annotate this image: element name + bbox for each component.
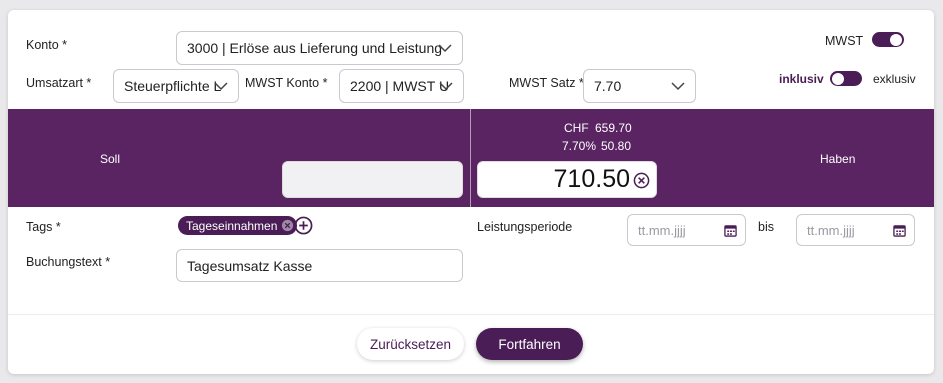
- calendar-icon[interactable]: [893, 224, 906, 237]
- buchungstext-value: Tagesumsatz Kasse: [187, 257, 313, 274]
- mwst-konto-value: 2200 | MWST U: [350, 78, 450, 94]
- leistungsperiode-label: Leistungsperiode: [477, 220, 573, 234]
- date-placeholder: tt.mm.jjjj: [807, 222, 855, 238]
- tags-label: Tags *: [26, 220, 61, 234]
- toggle-knob: [832, 72, 844, 85]
- clear-circle-icon[interactable]: [633, 172, 650, 189]
- haben-label: Haben: [820, 152, 856, 166]
- booking-form-card: Konto * 3000 | Erlöse aus Lieferung und …: [8, 10, 934, 374]
- chevron-down-icon: [671, 82, 685, 91]
- soll-label: Soll: [100, 152, 121, 166]
- add-tag-icon[interactable]: [294, 216, 313, 235]
- umsatzart-select[interactable]: Steuerpflichte L: [113, 69, 239, 103]
- chevron-down-icon: [439, 82, 453, 91]
- period-end-date-input[interactable]: tt.mm.jjjj: [796, 214, 915, 246]
- mwst-satz-select[interactable]: 7.70: [583, 69, 696, 103]
- mwst-satz-label: MWST Satz *: [509, 76, 584, 90]
- konto-select[interactable]: 3000 | Erlöse aus Lieferung und Leistung: [176, 31, 463, 65]
- mwst-toggle-label: MWST: [825, 34, 864, 48]
- umsatzart-value: Steuerpflichte L: [124, 78, 222, 94]
- mwst-konto-label: MWST Konto *: [245, 76, 328, 90]
- bis-label: bis: [758, 220, 774, 234]
- chevron-down-icon: [214, 82, 228, 91]
- date-placeholder: tt.mm.jjjj: [638, 222, 686, 238]
- reset-button[interactable]: Zurücksetzen: [357, 328, 464, 360]
- mwst-konto-select[interactable]: 2200 | MWST U: [339, 69, 464, 103]
- umsatzart-label: Umsatzart *: [26, 76, 92, 90]
- soll-amount-input[interactable]: [282, 161, 463, 198]
- buchungstext-label: Buchungstext *: [26, 255, 111, 269]
- mwst-satz-value: 7.70: [594, 78, 622, 94]
- tag-chip: Tageseinnahmen: [178, 216, 298, 235]
- mwst-toggle[interactable]: [872, 32, 904, 47]
- footer-divider: [8, 314, 934, 315]
- haben-amount-input[interactable]: 710.50: [477, 161, 657, 198]
- chevron-down-icon: [438, 44, 452, 53]
- buchungstext-input[interactable]: Tagesumsatz Kasse: [176, 249, 463, 282]
- remove-tag-icon[interactable]: [281, 219, 294, 232]
- chf-label: CHF: [564, 121, 589, 135]
- tag-label: Tageseinnahmen: [186, 218, 278, 233]
- amount-band: Soll CHF 659.70 7.70% 50.80 710.50 Haben: [8, 109, 934, 207]
- inklusiv-label: inklusiv: [779, 72, 824, 86]
- tax-value: 50.80: [601, 139, 632, 153]
- konto-label: Konto *: [26, 38, 68, 52]
- toggle-knob: [890, 33, 902, 46]
- inklusiv-exklusiv-toggle[interactable]: [830, 71, 862, 86]
- amount-value: 710.50: [553, 165, 630, 193]
- period-start-date-input[interactable]: tt.mm.jjjj: [627, 214, 746, 246]
- band-divider: [470, 109, 471, 207]
- exklusiv-label: exklusiv: [873, 72, 916, 86]
- continue-button[interactable]: Fortfahren: [476, 328, 583, 360]
- chf-net-value: 659.70: [595, 121, 632, 135]
- konto-value: 3000 | Erlöse aus Lieferung und Leistung: [187, 40, 443, 56]
- tax-rate-label: 7.70%: [562, 139, 597, 153]
- calendar-icon[interactable]: [724, 224, 737, 237]
